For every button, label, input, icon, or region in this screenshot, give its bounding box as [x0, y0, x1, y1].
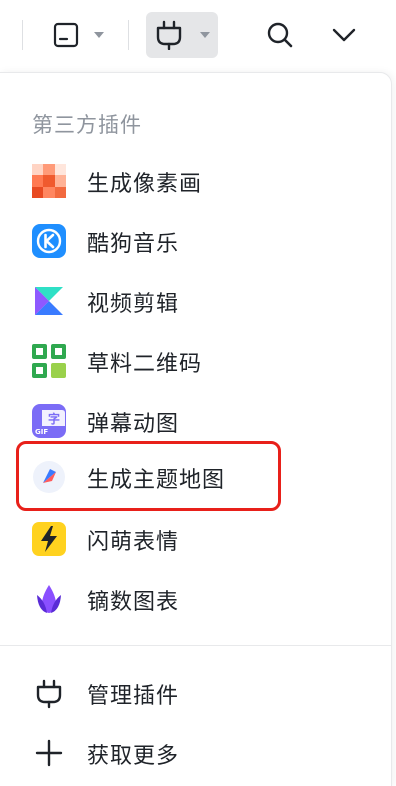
toolbar-separator [128, 20, 129, 50]
svg-text:字: 字 [48, 411, 60, 426]
menu-item-lightning-sticker[interactable]: 闪萌表情 [0, 509, 392, 569]
menu-item-label: 镝数图表 [87, 590, 180, 615]
danmaku-gif-icon: 字 GIF [32, 404, 66, 438]
menu-item-label: 酷狗音乐 [87, 232, 180, 257]
plugin-menu: 第三方插件 生成像素画 酷狗音乐 视频剪辑 草料二维码 字 GIF 弹幕动图 生… [0, 72, 392, 786]
pixel-art-icon [32, 164, 66, 198]
chevron-down-icon [200, 32, 210, 38]
more-dropdown-button[interactable] [322, 12, 366, 58]
video-edit-icon [35, 287, 63, 315]
menu-item-label: 弹幕动图 [87, 412, 180, 437]
document-icon [53, 22, 79, 48]
highlight-box [16, 441, 281, 511]
menu-item-pixel-art[interactable]: 生成像素画 [0, 151, 392, 211]
menu-item-video-edit[interactable]: 视频剪辑 [0, 271, 392, 331]
get-more-item[interactable]: 获取更多 [0, 723, 392, 783]
search-icon [267, 22, 293, 48]
section-title: 第三方插件 [32, 113, 142, 137]
layout-dropdown-button[interactable] [38, 12, 118, 58]
search-button[interactable] [258, 12, 302, 58]
dyclub-chart-icon [37, 585, 61, 613]
menu-item-label: 视频剪辑 [87, 292, 180, 317]
chevron-down-icon [332, 28, 356, 42]
toolbar [0, 0, 396, 72]
plug-icon [36, 679, 62, 709]
menu-item-qr-code[interactable]: 草料二维码 [0, 331, 392, 391]
menu-item-label: 获取更多 [87, 744, 180, 769]
plus-icon [35, 739, 63, 767]
menu-item-label: 草料二维码 [87, 352, 203, 377]
plug-icon [156, 20, 182, 50]
menu-item-dyclub-chart[interactable]: 镝数图表 [0, 569, 392, 629]
menu-item-label: 管理插件 [87, 684, 180, 709]
menu-item-label: 生成像素画 [87, 172, 203, 197]
kugou-music-icon [32, 224, 66, 258]
plugin-dropdown-button[interactable] [146, 12, 218, 58]
menu-item-label: 闪萌表情 [87, 530, 180, 555]
menu-item-kugou-music[interactable]: 酷狗音乐 [0, 211, 392, 271]
svg-text:GIF: GIF [35, 428, 48, 436]
toolbar-separator [22, 20, 23, 50]
chevron-down-icon [94, 32, 104, 38]
menu-divider [0, 645, 392, 646]
manage-plugins-item[interactable]: 管理插件 [0, 663, 392, 723]
lightning-sticker-icon [32, 522, 66, 556]
qr-code-icon [32, 344, 66, 378]
